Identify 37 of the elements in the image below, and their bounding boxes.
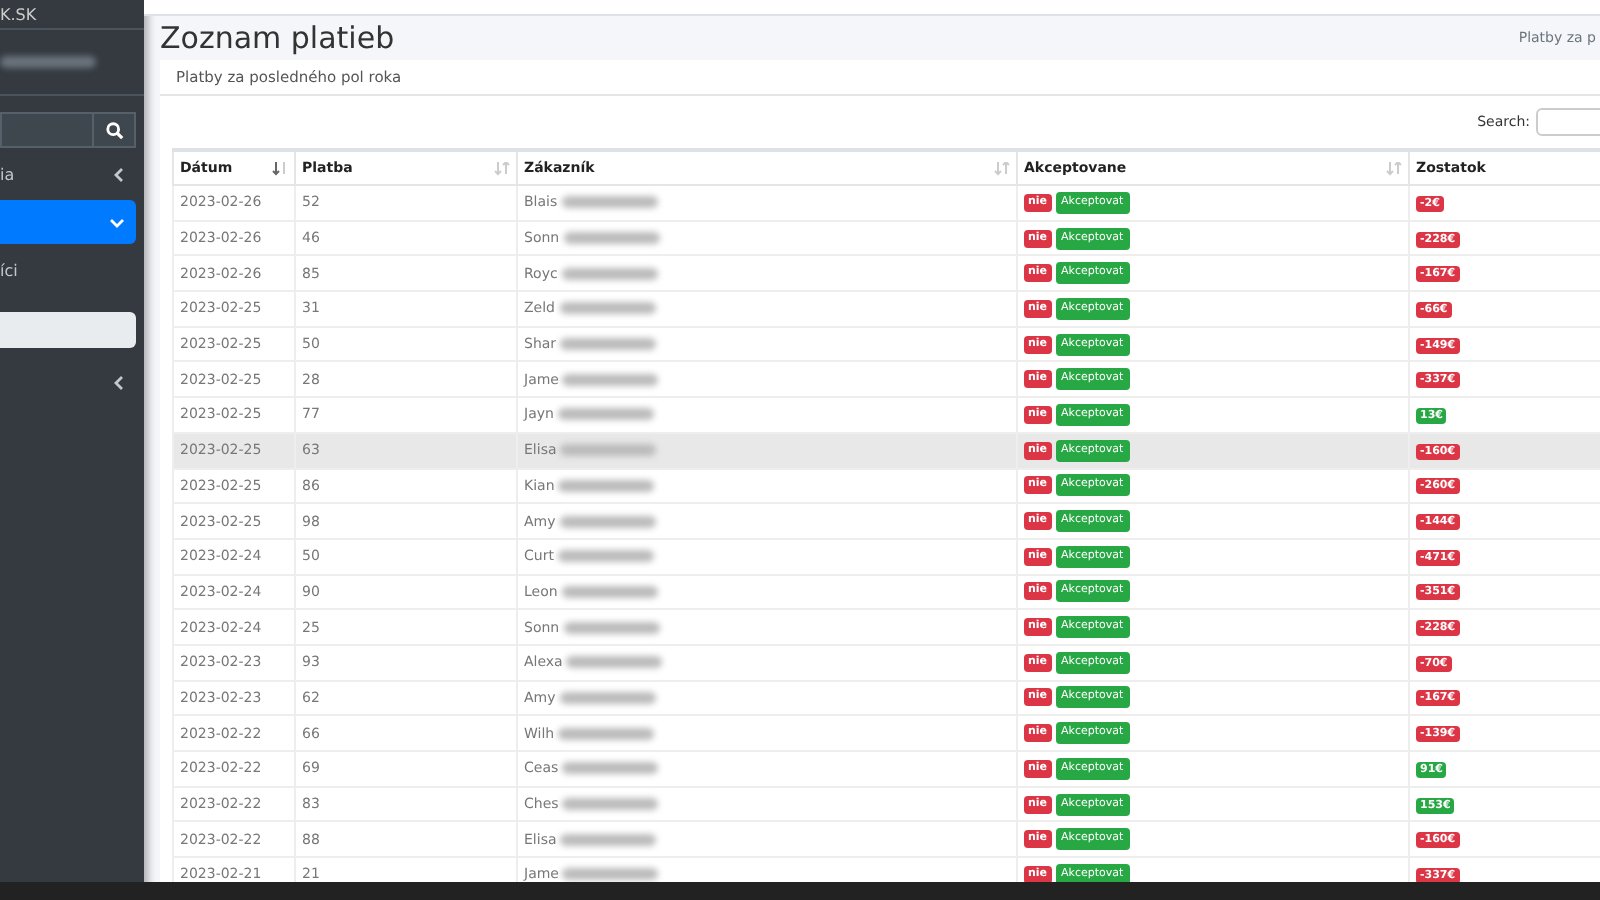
sidebar-item[interactable]: íci — [0, 248, 136, 292]
search-field[interactable] — [0, 112, 92, 148]
blurred-text — [558, 727, 655, 740]
blurred-text — [562, 868, 659, 881]
blurred-text — [557, 550, 654, 563]
blurred-text — [559, 691, 656, 704]
blurred-text — [562, 762, 659, 775]
blurred-text — [563, 232, 660, 245]
blurred-text — [560, 833, 657, 846]
sort-icon — [494, 161, 510, 175]
chevron-left-icon — [114, 375, 124, 389]
search-button[interactable] — [92, 112, 136, 148]
blurred-text — [557, 408, 654, 421]
sort-descending-icon — [272, 161, 288, 175]
sort-icon — [994, 161, 1010, 175]
blurred-text — [562, 798, 659, 811]
blurred-text — [561, 267, 658, 280]
blurred-text — [560, 444, 657, 457]
sidebar-item[interactable] — [0, 312, 136, 348]
blurred-text — [563, 621, 660, 634]
blurred-text — [562, 373, 659, 386]
sort-icon — [1386, 161, 1402, 175]
blurred-text — [560, 338, 657, 351]
blurred-text — [566, 656, 663, 669]
brand-text[interactable]: K.SK — [0, 5, 37, 23]
chevron-left-icon — [114, 167, 124, 181]
blurred-text — [558, 479, 655, 492]
blurred-text — [559, 515, 656, 528]
search-icon — [105, 121, 123, 139]
blurred-email — [0, 56, 96, 68]
sidebar-item[interactable]: ia — [0, 152, 136, 196]
blurred-text — [559, 302, 655, 315]
blurred-text — [561, 585, 658, 598]
sidebar-item[interactable] — [0, 200, 136, 244]
chevron-down-icon — [110, 217, 124, 227]
page-title: Zoznam platieb — [160, 20, 395, 56]
blurred-text — [561, 196, 658, 209]
